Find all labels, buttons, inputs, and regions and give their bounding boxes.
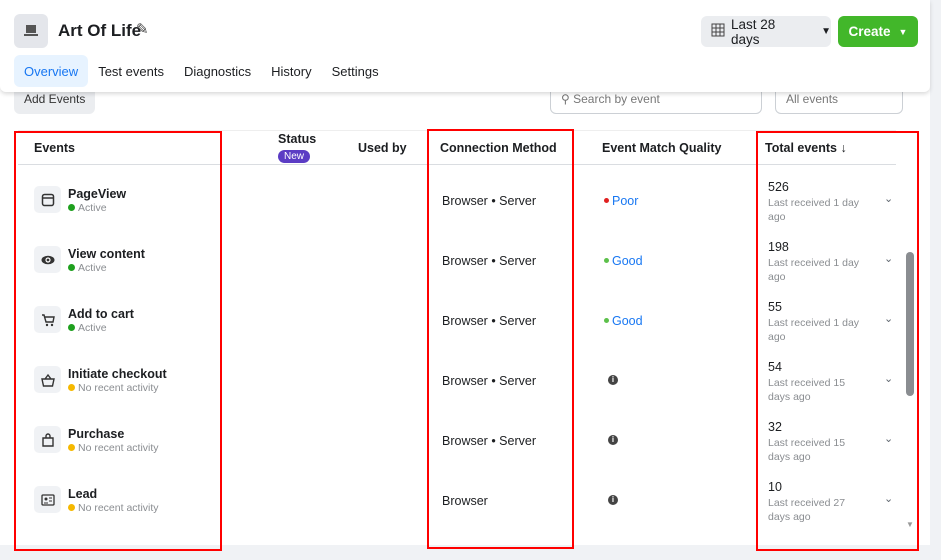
tab-overview[interactable]: Overview: [14, 55, 89, 87]
highlight-connection-column: [427, 129, 574, 549]
caret-down-icon: ▼: [898, 26, 908, 37]
highlight-events-column: [14, 131, 222, 551]
quality-dot: [604, 198, 609, 203]
quality-label: Good: [612, 314, 643, 328]
info-icon[interactable]: i: [608, 435, 618, 445]
date-range-label: Last 28 days: [731, 16, 776, 47]
tab-settings[interactable]: Settings: [322, 55, 389, 87]
create-label: Create: [848, 24, 891, 39]
event-match-quality[interactable]: Good: [604, 314, 643, 328]
col-event-match-quality[interactable]: Event Match Quality: [602, 141, 721, 155]
toolbar: Add Events ⚲ Search by event All events: [0, 84, 930, 122]
caret-down-icon: ▼: [821, 26, 831, 37]
quality-dot: [604, 258, 609, 263]
highlight-total-column: [756, 131, 919, 551]
tab-history[interactable]: History: [261, 55, 321, 87]
search-icon: ⚲: [561, 92, 574, 106]
new-badge: New: [278, 150, 311, 163]
tab-diagnostics[interactable]: Diagnostics: [174, 55, 261, 87]
event-match-quality[interactable]: Good: [604, 254, 643, 268]
info-icon[interactable]: i: [608, 495, 618, 505]
quality-label: Good: [612, 254, 643, 268]
tab-test-events[interactable]: Test events: [88, 55, 174, 87]
quality-label: Poor: [612, 194, 639, 208]
quality-dot: [604, 318, 609, 323]
edit-pencil-icon[interactable]: ✎: [136, 20, 149, 38]
tab-bar: Overview Test events Diagnostics History…: [14, 55, 389, 87]
search-placeholder: Search by event: [573, 92, 660, 106]
col-status[interactable]: Status: [278, 132, 316, 146]
info-icon[interactable]: i: [608, 375, 618, 385]
calendar-icon: [711, 23, 725, 40]
event-match-quality[interactable]: Poor: [604, 194, 638, 208]
page-header: Art Of Life ✎ Last 28 days ▼ Create ▼ Over…: [0, 0, 930, 92]
date-range-dropdown[interactable]: Last 28 days ▼: [701, 16, 831, 47]
page-title: Art Of Life: [58, 21, 142, 40]
create-button[interactable]: Create ▼: [838, 16, 918, 47]
col-used-by[interactable]: Used by: [358, 141, 407, 155]
laptop-icon: [14, 14, 48, 48]
